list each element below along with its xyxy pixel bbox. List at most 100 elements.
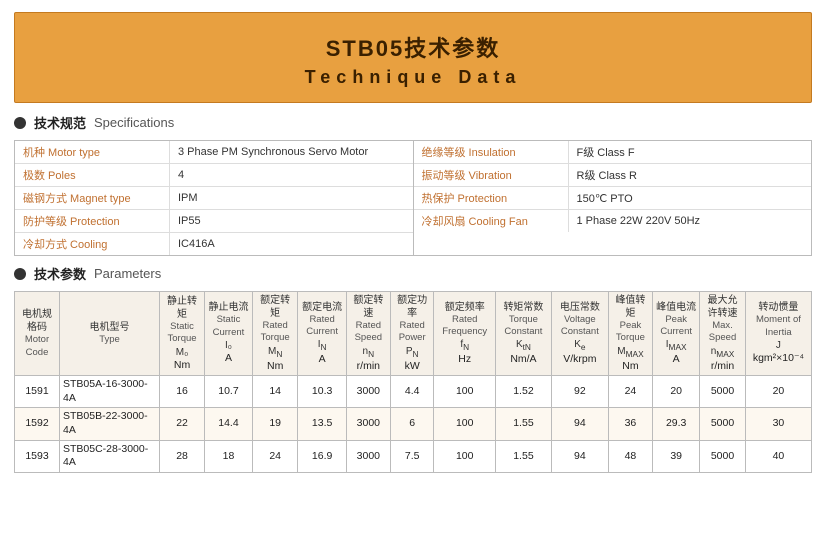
- cell-motor-type: STB05A-16-3000-4A: [60, 376, 160, 408]
- cell-value: 94: [551, 440, 608, 472]
- cell-value: 39: [653, 440, 700, 472]
- header-title-en: Technique Data: [25, 67, 801, 88]
- cell-value: 48: [608, 440, 652, 472]
- cell-value: 92: [551, 376, 608, 408]
- cell-value: 3000: [346, 408, 390, 440]
- spec-fan-row: 冷却风扇 Cooling Fan 1 Phase 22W 220V 50Hz: [414, 210, 812, 232]
- specs-label-en: Specifications: [94, 115, 174, 130]
- th-rated-power: 额定功率Rated PowerPNkW: [390, 292, 434, 376]
- spec-fan-label: 冷却风扇 Cooling Fan: [414, 210, 569, 232]
- cell-value: 100: [434, 440, 496, 472]
- cell-value: 16: [160, 376, 205, 408]
- spec-motor-type-value: 3 Phase PM Synchronous Servo Motor: [170, 143, 413, 161]
- spec-protection-value: IP55: [170, 212, 413, 230]
- cell-value: 18: [205, 440, 253, 472]
- cell-value: 20: [745, 376, 811, 408]
- th-motor-code: 电机规格码 Motor Code: [15, 292, 60, 376]
- cell-motor-type: STB05B-22-3000-4A: [60, 408, 160, 440]
- table-row: 1592STB05B-22-3000-4A2214.41913.53000610…: [15, 408, 812, 440]
- table-row: 1593STB05C-28-3000-4A28182416.930007.510…: [15, 440, 812, 472]
- cell-value: 6: [390, 408, 434, 440]
- spec-cooling-label: 冷却方式 Cooling: [15, 233, 170, 255]
- specs-section: 技术规范 Specifications 机种 Motor type 3 Phas…: [14, 113, 812, 256]
- params-section: 技术参数 Parameters 电机规格码 Motor Code 电机型号 Ty…: [14, 264, 812, 473]
- th-static-torque: 静止转矩Static TorqueM₀Nm: [160, 292, 205, 376]
- cell-value: 1.55: [495, 440, 551, 472]
- cell-value: 30: [745, 408, 811, 440]
- cell-value: 28: [160, 440, 205, 472]
- cell-value: 16.9: [298, 440, 346, 472]
- spec-poles-label: 极数 Poles: [15, 164, 170, 186]
- cell-value: 7.5: [390, 440, 434, 472]
- spec-motor-type-row: 机种 Motor type 3 Phase PM Synchronous Ser…: [15, 141, 413, 164]
- cell-value: 94: [551, 408, 608, 440]
- cell-motor-code: 1592: [15, 408, 60, 440]
- header: STB05技术参数 Technique Data: [14, 12, 812, 103]
- spec-fan-value: 1 Phase 22W 220V 50Hz: [569, 212, 812, 230]
- spec-vibration-row: 振动等级 Vibration R级 Class R: [414, 164, 812, 187]
- cell-value: 29.3: [653, 408, 700, 440]
- spec-vibration-label: 振动等级 Vibration: [414, 164, 569, 186]
- cell-motor-code: 1593: [15, 440, 60, 472]
- spec-magnet-label: 磁钢方式 Magnet type: [15, 187, 170, 209]
- spec-thermal-row: 热保护 Protection 150℃ PTO: [414, 187, 812, 210]
- spec-insulation-label: 绝缘等级 Insulation: [414, 141, 569, 163]
- spec-magnet-row: 磁钢方式 Magnet type IPM: [15, 187, 413, 210]
- specs-section-title: 技术规范 Specifications: [14, 113, 812, 132]
- params-section-title: 技术参数 Parameters: [14, 264, 812, 283]
- spec-thermal-value: 150℃ PTO: [569, 189, 812, 208]
- cell-value: 40: [745, 440, 811, 472]
- th-peak-current: 峰值电流Peak CurrentIMAXA: [653, 292, 700, 376]
- th-rated-current: 额定电流Rated CurrentINA: [298, 292, 346, 376]
- spec-insulation-value: F级 Class F: [569, 141, 812, 163]
- cell-value: 100: [434, 408, 496, 440]
- cell-value: 1.52: [495, 376, 551, 408]
- specs-bullet: [14, 117, 26, 129]
- spec-insulation-row: 绝缘等级 Insulation F级 Class F: [414, 141, 812, 164]
- params-bullet: [14, 268, 26, 280]
- cell-value: 14.4: [205, 408, 253, 440]
- cell-value: 5000: [700, 408, 746, 440]
- th-peak-torque: 峰值转矩Peak TorqueMMAXNm: [608, 292, 652, 376]
- th-rated-freq: 额定频率Rated FrequencyfNHz: [434, 292, 496, 376]
- cell-value: 19: [252, 408, 298, 440]
- spec-motor-type-label: 机种 Motor type: [15, 141, 170, 163]
- cell-value: 13.5: [298, 408, 346, 440]
- cell-value: 14: [252, 376, 298, 408]
- th-rated-torque: 额定转矩Rated TorqueMNNm: [252, 292, 298, 376]
- spec-protection-label: 防护等级 Protection: [15, 210, 170, 232]
- cell-value: 3000: [346, 440, 390, 472]
- params-table: 电机规格码 Motor Code 电机型号 Type 静止转矩Static To…: [14, 291, 812, 473]
- cell-value: 5000: [700, 376, 746, 408]
- th-inertia: 转动惯量Moment of InertiaJkgm²×10⁻⁴: [745, 292, 811, 376]
- cell-value: 36: [608, 408, 652, 440]
- spec-protection-row: 防护等级 Protection IP55: [15, 210, 413, 233]
- table-header-row-1: 电机规格码 Motor Code 电机型号 Type 静止转矩Static To…: [15, 292, 812, 376]
- cell-value: 5000: [700, 440, 746, 472]
- cell-value: 10.7: [205, 376, 253, 408]
- table-row: 1591STB05A-16-3000-4A1610.71410.330004.4…: [15, 376, 812, 408]
- specs-table: 机种 Motor type 3 Phase PM Synchronous Ser…: [14, 140, 812, 256]
- cell-value: 3000: [346, 376, 390, 408]
- header-title-cn: STB05技术参数: [25, 31, 801, 63]
- specs-right: 绝缘等级 Insulation F级 Class F 振动等级 Vibratio…: [414, 141, 812, 255]
- cell-value: 4.4: [390, 376, 434, 408]
- cell-value: 10.3: [298, 376, 346, 408]
- spec-thermal-label: 热保护 Protection: [414, 187, 569, 209]
- cell-value: 20: [653, 376, 700, 408]
- th-max-speed: 最大允许转速Max. SpeednMAXr/min: [700, 292, 746, 376]
- cell-value: 24: [252, 440, 298, 472]
- cell-value: 24: [608, 376, 652, 408]
- spec-cooling-value: IC416A: [170, 235, 413, 253]
- cell-motor-code: 1591: [15, 376, 60, 408]
- cell-value: 1.55: [495, 408, 551, 440]
- spec-poles-value: 4: [170, 166, 413, 184]
- th-voltage-const: 电压常数Voltage ConstantKeV/krpm: [551, 292, 608, 376]
- specs-label-cn: 技术规范: [34, 113, 86, 132]
- params-label-en: Parameters: [94, 266, 161, 281]
- th-motor-type: 电机型号 Type: [60, 292, 160, 376]
- th-rated-speed: 额定转速Rated SpeednNr/min: [346, 292, 390, 376]
- th-static-current: 静止电流Static CurrentI₀A: [205, 292, 253, 376]
- spec-magnet-value: IPM: [170, 189, 413, 207]
- th-torque-const: 转矩常数Torque ConstantKtNNm/A: [495, 292, 551, 376]
